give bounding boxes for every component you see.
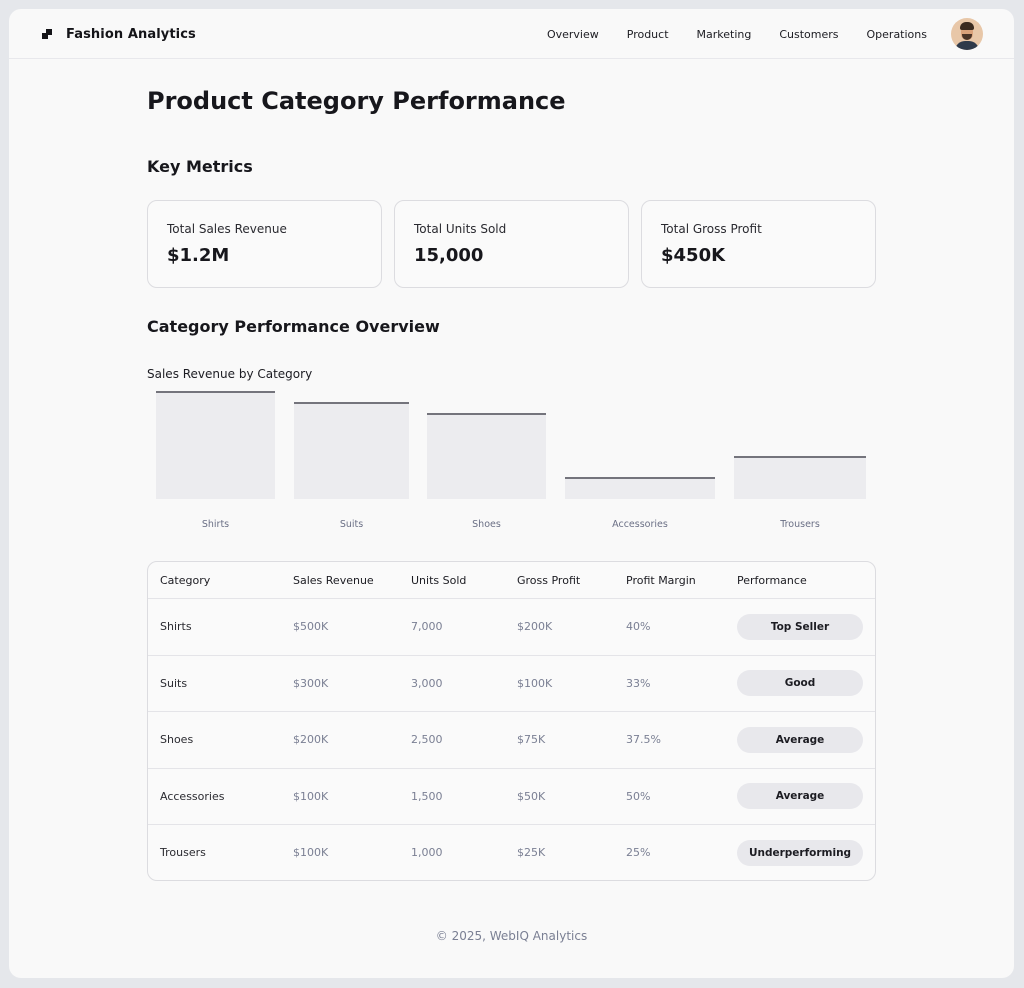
table-row[interactable]: Suits $300K 3,000 $100K 33% Good bbox=[148, 654, 875, 712]
table-header-row: Category Sales Revenue Units Sold Gross Pro… bbox=[148, 562, 875, 598]
table-row[interactable]: Shirts $500K 7,000 $200K 40% Top Seller bbox=[148, 598, 875, 655]
metric-value: $450K bbox=[661, 245, 726, 266]
column-header[interactable]: Sales Revenue bbox=[293, 562, 374, 598]
bar-shoes bbox=[427, 413, 546, 499]
value-cell: 1,000 bbox=[411, 846, 443, 860]
value-cell: $500K bbox=[293, 620, 329, 634]
user-avatar[interactable] bbox=[951, 18, 983, 50]
value-cell: 50% bbox=[626, 789, 651, 803]
category-cell: Shirts bbox=[160, 620, 192, 634]
bar-shirts bbox=[156, 391, 275, 499]
performance-badge: Average bbox=[737, 783, 863, 810]
value-cell: 7,000 bbox=[411, 620, 443, 634]
value-cell: 40% bbox=[626, 620, 651, 634]
bar-accessories bbox=[565, 477, 715, 499]
logo-icon bbox=[42, 29, 52, 39]
category-cell: Accessories bbox=[160, 789, 225, 803]
bar-label: Shoes bbox=[472, 519, 501, 530]
value-cell: 3,000 bbox=[411, 676, 443, 690]
performance-badge: Good bbox=[737, 670, 863, 697]
performance-badge: Underperforming bbox=[737, 839, 863, 866]
nav-overview[interactable]: Overview bbox=[547, 28, 599, 41]
nav-product[interactable]: Product bbox=[627, 28, 669, 41]
column-header[interactable]: Category bbox=[160, 562, 210, 598]
bar-label: Suits bbox=[339, 519, 364, 530]
brand[interactable]: Fashion Analytics bbox=[42, 9, 196, 59]
performance-badge: Average bbox=[737, 726, 863, 753]
value-cell: $75K bbox=[517, 733, 546, 747]
nav-customers[interactable]: Customers bbox=[779, 28, 838, 41]
bar-label: Accessories bbox=[612, 519, 668, 530]
column-header[interactable]: Gross Profit bbox=[517, 562, 580, 598]
value-cell: 37.5% bbox=[626, 733, 661, 747]
bar-label: Shirts bbox=[201, 519, 230, 530]
value-cell: $100K bbox=[517, 676, 553, 690]
value-cell: $200K bbox=[517, 620, 553, 634]
category-table: Category Sales Revenue Units Sold Gross Pro… bbox=[147, 561, 876, 881]
metric-card-units: Total Units Sold 15,000 bbox=[394, 200, 629, 288]
key-metrics-heading: Key Metrics bbox=[147, 157, 253, 176]
value-cell: 25% bbox=[626, 846, 651, 860]
value-cell: 2,500 bbox=[411, 733, 443, 747]
bar-label: Trousers bbox=[780, 519, 820, 530]
column-header[interactable]: Performance bbox=[737, 562, 807, 598]
category-overview-heading: Category Performance Overview bbox=[147, 317, 440, 336]
value-cell: $200K bbox=[293, 733, 329, 747]
nav-marketing[interactable]: Marketing bbox=[697, 28, 752, 41]
performance-badge: Top Seller bbox=[737, 613, 863, 640]
metric-card-profit: Total Gross Profit $450K bbox=[641, 200, 876, 288]
top-header: Fashion Analytics Overview Product Marke… bbox=[9, 9, 1014, 59]
footer-copyright: © 2025, WebIQ Analytics bbox=[435, 929, 588, 943]
value-cell: $50K bbox=[517, 789, 546, 803]
value-cell: $25K bbox=[517, 846, 546, 860]
category-cell: Shoes bbox=[160, 733, 194, 747]
value-cell: $100K bbox=[293, 789, 329, 803]
sales-revenue-bar-chart: Shirts Suits Shoes Accessories Trousers bbox=[147, 385, 876, 535]
bar-trousers bbox=[734, 456, 866, 499]
app-window: Fashion Analytics Overview Product Marke… bbox=[9, 9, 1014, 978]
metric-value: $1.2M bbox=[167, 245, 230, 266]
metric-cards: Total Sales Revenue $1.2M Total Units So… bbox=[147, 200, 876, 288]
app-title: Fashion Analytics bbox=[66, 26, 196, 42]
value-cell: 33% bbox=[626, 676, 651, 690]
value-cell: 1,500 bbox=[411, 789, 443, 803]
category-cell: Trousers bbox=[160, 846, 206, 860]
category-cell: Suits bbox=[160, 676, 188, 690]
value-cell: $300K bbox=[293, 676, 329, 690]
table-row[interactable]: Shoes $200K 2,500 $75K 37.5% Average bbox=[148, 711, 875, 768]
value-cell: $100K bbox=[293, 846, 329, 860]
metric-card-revenue: Total Sales Revenue $1.2M bbox=[147, 200, 382, 288]
main-nav: Overview Product Marketing Customers Ope… bbox=[519, 9, 927, 59]
chart-title: Sales Revenue by Category bbox=[147, 367, 313, 381]
metric-label: Total Sales Revenue bbox=[167, 222, 287, 236]
table-row[interactable]: Trousers $100K 1,000 $25K 25% Underperforming bbox=[148, 824, 875, 880]
table-row[interactable]: Accessories $100K 1,500 $50K 50% Average bbox=[148, 767, 875, 825]
metric-label: Total Units Sold bbox=[414, 222, 507, 236]
column-header[interactable]: Units Sold bbox=[411, 562, 466, 598]
bar-suits bbox=[294, 402, 409, 499]
page-title: Product Category Performance bbox=[147, 87, 566, 115]
metric-label: Total Gross Profit bbox=[661, 222, 762, 236]
metric-value: 15,000 bbox=[414, 245, 484, 266]
nav-operations[interactable]: Operations bbox=[867, 28, 927, 41]
column-header[interactable]: Profit Margin bbox=[626, 562, 696, 598]
